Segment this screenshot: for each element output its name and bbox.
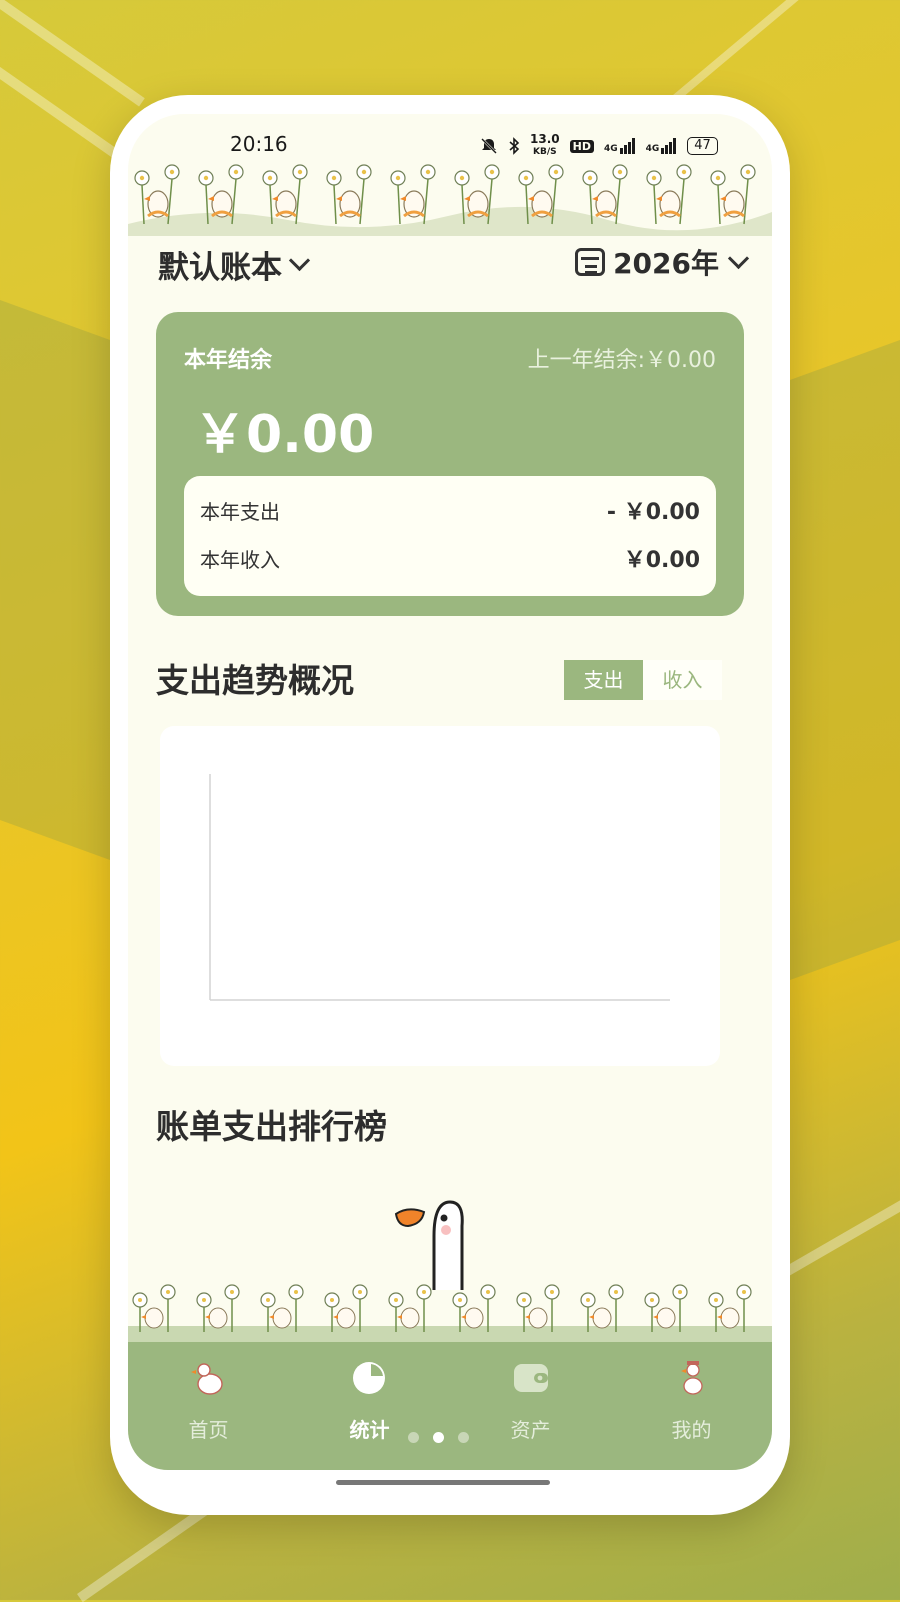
signal-icon: 4G bbox=[604, 138, 636, 154]
book-selector[interactable]: 默认账本 bbox=[158, 242, 311, 287]
trend-toggle: 支出 收入 bbox=[564, 660, 722, 700]
chevron-down-icon bbox=[727, 247, 750, 269]
net-speed: 13.0 KB/S bbox=[530, 132, 560, 157]
expense-row: 本年支出 - ￥0.00 bbox=[200, 492, 700, 528]
page-dot bbox=[458, 1432, 469, 1443]
page-dot-active bbox=[433, 1432, 444, 1443]
summary-detail: 本年支出 - ￥0.00 本年收入 ￥0.00 bbox=[184, 476, 716, 596]
income-label: 本年收入 bbox=[200, 547, 280, 572]
bottom-tab-bar: 首页 统计 资产 我的 bbox=[128, 1342, 772, 1470]
background-shape bbox=[790, 339, 900, 981]
battery-icon: 47 bbox=[687, 137, 718, 155]
tab-label: 资产 bbox=[510, 1418, 551, 1442]
balance-amount: ￥0.00 bbox=[194, 405, 375, 465]
tab-profile[interactable]: 我的 bbox=[611, 1342, 772, 1452]
goose-home-icon bbox=[191, 1363, 223, 1395]
home-indicator[interactable] bbox=[336, 1480, 550, 1485]
income-value: ￥0.00 bbox=[623, 548, 700, 573]
expense-value: - ￥0.00 bbox=[606, 500, 700, 525]
pie-chart-icon bbox=[353, 1362, 385, 1394]
status-icons: 13.0 KB/S HD 4G 4G 47 bbox=[480, 132, 718, 158]
income-row: 本年收入 ￥0.00 bbox=[200, 540, 700, 576]
expense-label: 本年支出 bbox=[200, 499, 280, 524]
previous-year-balance: 上一年结余:￥0.00 bbox=[527, 348, 716, 373]
trend-chart bbox=[160, 726, 720, 1066]
year-selector[interactable]: 2026年 bbox=[575, 242, 750, 282]
status-time: 20:16 bbox=[230, 132, 288, 156]
trend-title: 支出趋势概况 bbox=[156, 661, 354, 700]
year-label: 2026年 bbox=[613, 247, 719, 280]
trend-chart-axes bbox=[209, 774, 670, 1001]
tab-label: 我的 bbox=[671, 1418, 712, 1442]
wallet-icon bbox=[514, 1364, 548, 1392]
ranking-title: 账单支出排行榜 bbox=[156, 1107, 387, 1146]
page-indicator bbox=[408, 1432, 469, 1443]
goose-illustration bbox=[394, 1200, 464, 1290]
page-dot bbox=[408, 1432, 419, 1443]
app-screen: 20:16 13.0 KB/S HD 4G 4G 47 默认账本 2026年 本… bbox=[128, 114, 772, 1470]
tab-home[interactable]: 首页 bbox=[128, 1342, 289, 1452]
tab-label: 首页 bbox=[188, 1418, 229, 1442]
header: 默认账本 2026年 bbox=[128, 242, 772, 290]
toggle-income[interactable]: 收入 bbox=[643, 660, 722, 700]
signal-icon: 4G bbox=[646, 138, 678, 154]
status-bar: 20:16 13.0 KB/S HD 4G 4G 47 bbox=[128, 132, 772, 168]
background-shape bbox=[0, 299, 110, 861]
chevron-down-icon bbox=[288, 249, 311, 272]
bluetooth-icon bbox=[509, 137, 520, 155]
goose-flower-banner bbox=[128, 164, 772, 236]
bell-off-icon bbox=[481, 138, 497, 154]
toggle-expense[interactable]: 支出 bbox=[564, 660, 643, 700]
book-name: 默认账本 bbox=[158, 250, 282, 286]
calendar-icon bbox=[575, 248, 606, 276]
summary-title: 本年结余 bbox=[184, 348, 273, 373]
flower-border bbox=[128, 1284, 772, 1342]
hd-badge: HD bbox=[569, 139, 594, 153]
goose-profile-icon bbox=[681, 1361, 703, 1395]
tab-assets[interactable]: 资产 bbox=[450, 1342, 611, 1452]
summary-card: 本年结余 上一年结余:￥0.00 ￥0.00 本年支出 - ￥0.00 本年收入… bbox=[156, 312, 744, 616]
